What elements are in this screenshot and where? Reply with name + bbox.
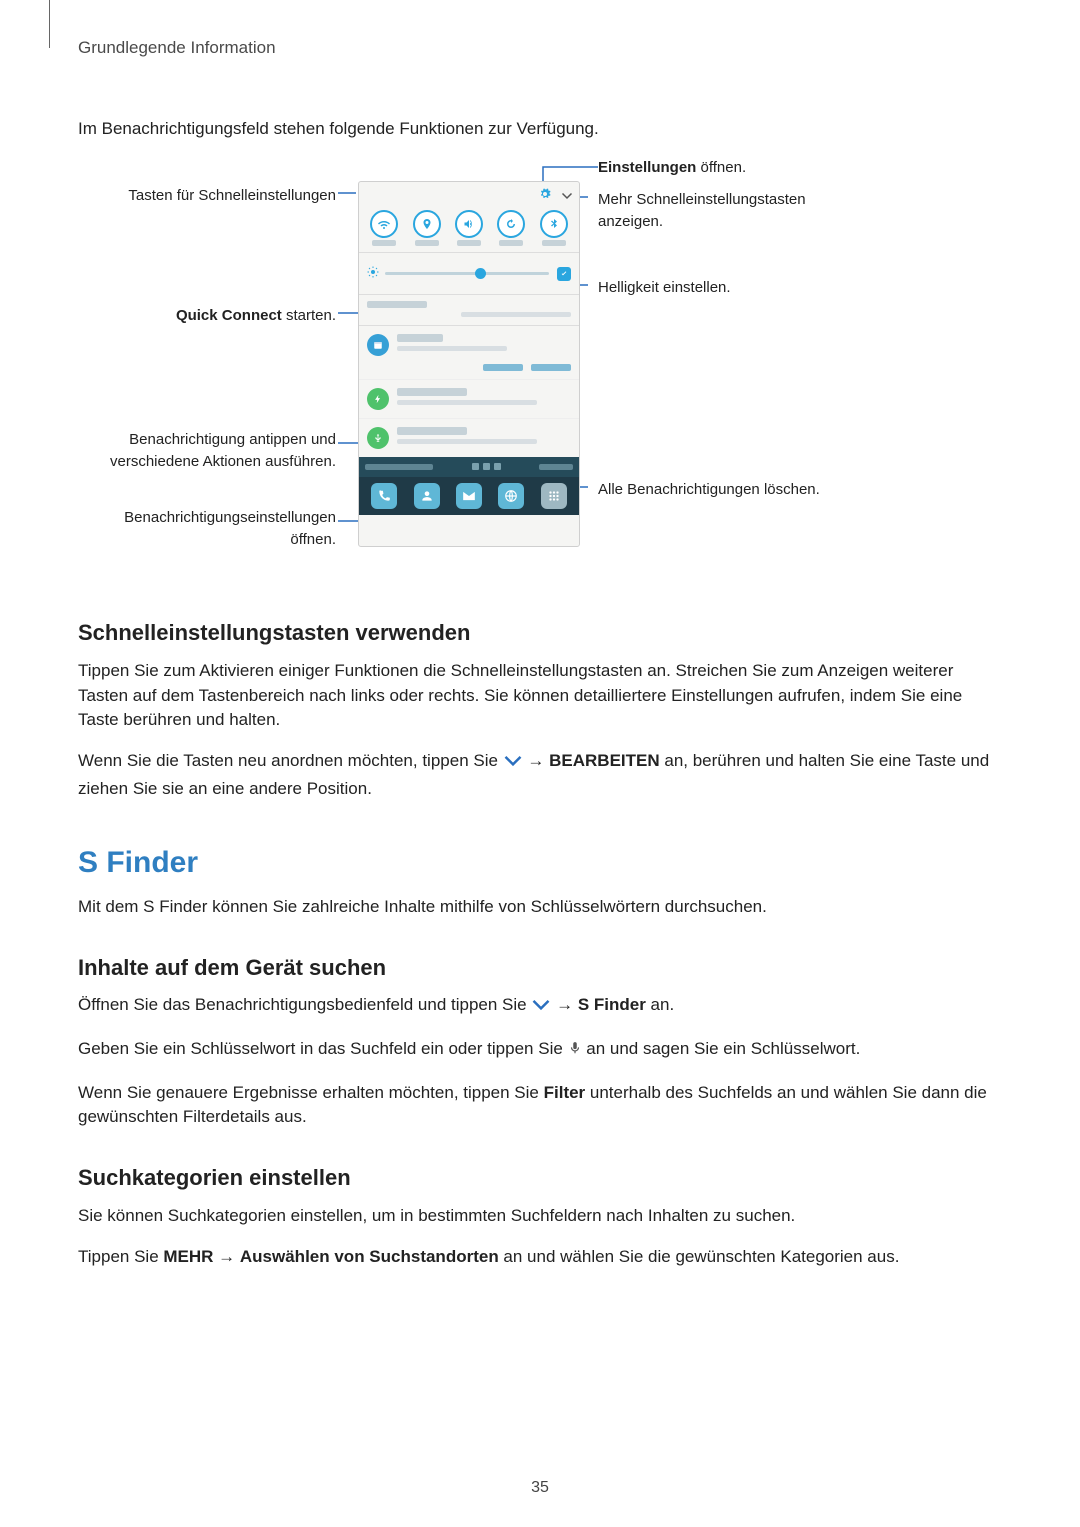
callout-brightness: Helligkeit einstellen. [598, 277, 858, 299]
callout-tap-notification: Benachrichtigung antippen und verschiede… [78, 429, 336, 473]
intro-text: Im Benachrichtigungsfeld stehen folgende… [78, 117, 1002, 142]
nav-bar [359, 477, 579, 515]
heading-quick-settings: Schnelleinstellungstasten verwenden [78, 617, 1002, 649]
inhalte-p3: Wenn Sie genauere Ergebnisse erhalten mö… [78, 1081, 1002, 1130]
callout-quick-connect: Quick Connect starten. [78, 305, 336, 327]
quick-settings-p1: Tippen Sie zum Aktivieren einiger Funkti… [78, 659, 1002, 733]
heading-sfinder: S Finder [78, 841, 1002, 885]
location-icon [413, 210, 441, 238]
notification-item [359, 326, 579, 380]
bolt-icon [367, 388, 389, 410]
auto-brightness-check [557, 267, 571, 281]
heading-suchkategorien: Suchkategorien einstellen [78, 1162, 1002, 1194]
notification-panel-diagram: Tasten für Schnelleinstellungen Quick Co… [78, 157, 1002, 577]
brightness-icon [367, 261, 385, 286]
suchkat-p1: Sie können Suchkategorien einstellen, um… [78, 1204, 1002, 1229]
chevron-down-icon [561, 183, 573, 208]
breadcrumb: Grundlegende Information [78, 36, 1002, 61]
quick-connect-row [359, 295, 579, 326]
inhalte-p1: Öffnen Sie das Benachrichtigungsbedienfe… [78, 993, 1002, 1021]
page-number: 35 [0, 1476, 1080, 1499]
bluetooth-icon [540, 210, 568, 238]
chevron-down-icon [531, 996, 551, 1021]
brightness-slider [385, 272, 549, 275]
callout-clear-all: Alle Benachrichtigungen löschen. [598, 479, 858, 501]
usb-icon [367, 427, 389, 449]
heading-inhalte: Inhalte auf dem Gerät suchen [78, 952, 1002, 984]
chevron-down-icon [503, 752, 523, 777]
notification-item [359, 419, 579, 457]
person-icon [414, 483, 440, 509]
wifi-icon [370, 210, 398, 238]
globe-icon [498, 483, 524, 509]
mail-icon [456, 483, 482, 509]
gear-icon [539, 183, 551, 208]
rotate-icon [497, 210, 525, 238]
callout-more-quick: Mehr Schnelleinstellungstasten anzeigen. [598, 189, 858, 233]
callout-open-settings: Einstellungen öffnen. [598, 157, 858, 179]
callout-quick-settings-buttons: Tasten für Schnelleinstellungen [78, 185, 336, 207]
suchkat-p2: Tippen Sie MEHR → Auswählen von Suchstan… [78, 1245, 1002, 1270]
phone-icon [371, 483, 397, 509]
inhalte-p2: Geben Sie ein Schlüsselwort in das Suchf… [78, 1037, 1002, 1065]
microphone-icon [568, 1039, 582, 1065]
phone-screenshot [358, 181, 580, 547]
apps-icon [541, 483, 567, 509]
calendar-icon [367, 334, 389, 356]
sound-icon [455, 210, 483, 238]
quick-settings-p2: Wenn Sie die Tasten neu anordnen möchten… [78, 749, 1002, 801]
sfinder-intro: Mit dem S Finder können Sie zahlreiche I… [78, 895, 1002, 920]
system-bar [359, 457, 579, 477]
notification-item [359, 380, 579, 419]
callout-notif-settings: Benachrichtigungseinstellungen öffnen. [78, 507, 336, 551]
